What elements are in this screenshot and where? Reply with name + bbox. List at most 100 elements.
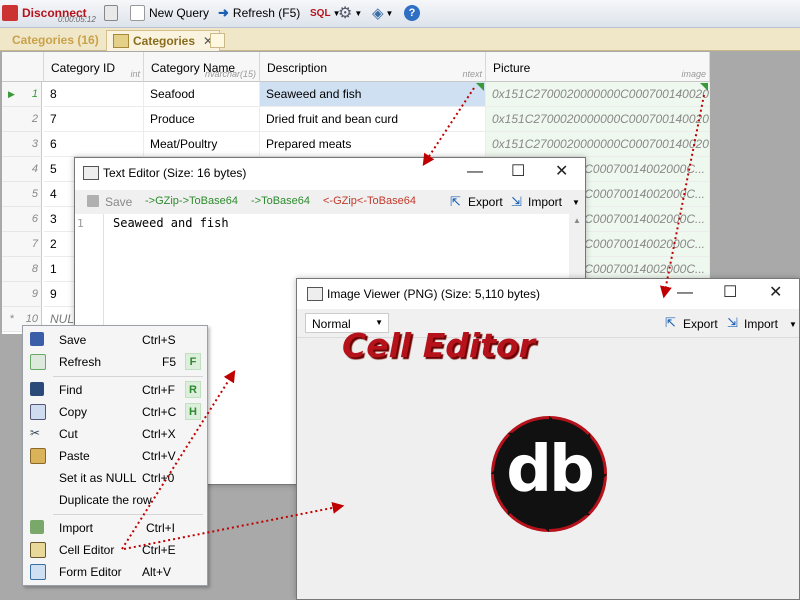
- cell-description-selected[interactable]: Seaweed and fish: [260, 82, 486, 107]
- connection-menu-button[interactable]: ◈ ▼: [372, 2, 393, 24]
- table-icon: [113, 34, 129, 48]
- table-row[interactable]: 2 7 Produce Dried fruit and bean curd 0x…: [2, 107, 710, 132]
- close-button[interactable]: ✕: [769, 285, 782, 301]
- minimize-button[interactable]: —: [467, 164, 483, 180]
- menu-separator: [53, 376, 203, 377]
- tab-label: Categories: [133, 34, 196, 48]
- column-header-category-name[interactable]: Category Name nvarchar(15): [144, 52, 260, 82]
- db-logo-image: db: [487, 412, 611, 536]
- scroll-up-arrow-icon[interactable]: ▲: [573, 216, 581, 225]
- main-toolbar: Disconnect 0:00:05:12 New Query ➜ Refres…: [0, 0, 800, 28]
- table-row[interactable]: ▶ 1 8 Seafood Seaweed and fish 0x151C2700…: [2, 82, 710, 107]
- menu-item-import[interactable]: Import Ctrl+I: [23, 517, 207, 539]
- row-number: 3: [2, 132, 42, 157]
- import-icon: ⇲: [727, 315, 738, 330]
- column-header-description[interactable]: Description ntext: [260, 52, 486, 82]
- image-viewer-titlebar[interactable]: Image Viewer (PNG) (Size: 5,110 bytes) —…: [297, 279, 799, 309]
- tab-categories[interactable]: Categories ✕: [106, 30, 221, 51]
- settings-menu-button[interactable]: ⚙ ▼: [338, 2, 362, 24]
- menu-item-save[interactable]: Save Ctrl+S: [23, 329, 207, 351]
- overflow-chevron-icon[interactable]: ▼: [572, 198, 580, 207]
- cell-picture[interactable]: 0x151C2700020000000C00070014002000C...: [486, 132, 710, 157]
- table-row[interactable]: 3 6 Meat/Poultry Prepared meats 0x151C27…: [2, 132, 710, 157]
- cell-description[interactable]: Prepared meats: [260, 132, 486, 157]
- menu-item-find[interactable]: Find Ctrl+F R: [23, 379, 207, 401]
- cell-description[interactable]: Dried fruit and bean curd: [260, 107, 486, 132]
- gzip-tobase64-button[interactable]: ->GZip->ToBase64: [145, 195, 238, 207]
- menu-item-paste[interactable]: Paste Ctrl+V: [23, 445, 207, 467]
- row-number: 5: [2, 182, 42, 207]
- text-editor-content[interactable]: Seaweed and fish: [113, 216, 229, 230]
- close-button[interactable]: ✕: [555, 164, 568, 180]
- disconnect-icon: [2, 5, 18, 21]
- form-editor-icon: [30, 564, 46, 580]
- cell-name[interactable]: Seafood: [144, 82, 260, 107]
- paste-icon: [30, 448, 46, 464]
- maximize-button[interactable]: ☐: [723, 285, 737, 301]
- logo-text: db: [506, 433, 595, 507]
- export-script-button[interactable]: [104, 2, 118, 24]
- menu-item-duplicate-row[interactable]: Duplicate the row: [23, 489, 207, 511]
- image-viewer-title: Image Viewer (PNG) (Size: 5,110 bytes): [327, 287, 540, 301]
- document-tabs: Categories (16) Categories ✕: [0, 28, 800, 51]
- overflow-chevron-icon[interactable]: ▼: [789, 320, 797, 329]
- copy-icon: [30, 404, 46, 420]
- column-header-picture[interactable]: Picture image: [486, 52, 710, 82]
- row-number: 8: [2, 257, 42, 282]
- cell-id[interactable]: 8: [44, 82, 144, 107]
- editor-export-button[interactable]: Export: [468, 195, 503, 209]
- save-icon: [30, 332, 44, 346]
- tab-categories-count[interactable]: Categories (16): [6, 30, 105, 50]
- row-number: 9: [2, 282, 42, 307]
- hotkey-badge: R: [185, 381, 201, 398]
- cell-picture[interactable]: 0x151C2700020000000C00070014002000C...: [486, 107, 710, 132]
- text-editor-titlebar[interactable]: Text Editor (Size: 16 bytes) — ☐ ✕: [75, 158, 585, 188]
- scissors-icon: ✂: [30, 426, 41, 440]
- export-icon: ⇱: [665, 315, 676, 330]
- maximize-button[interactable]: ☐: [511, 164, 525, 180]
- text-editor-toolbar: Save ->GZip->ToBase64 ->ToBase64 <-GZip<…: [75, 190, 585, 215]
- cell-id[interactable]: 6: [44, 132, 144, 157]
- editor-save-button[interactable]: Save: [105, 195, 132, 209]
- menu-item-form-editor[interactable]: Form Editor Alt+V: [23, 561, 207, 583]
- minimize-button[interactable]: —: [677, 285, 693, 301]
- menu-separator: [53, 514, 203, 515]
- refresh-label: Refresh (F5): [232, 6, 301, 20]
- sql-menu-button[interactable]: SQL ▼: [310, 2, 340, 24]
- tab-label: Categories (16): [12, 33, 99, 47]
- cell-picture[interactable]: 0x151C2700020000000C00070014002000C...: [486, 82, 710, 107]
- row-number: 4: [2, 157, 42, 182]
- refresh-arrow-icon: ➜: [218, 5, 229, 20]
- cell-name[interactable]: Produce: [144, 107, 260, 132]
- refresh-button[interactable]: ➜ Refresh (F5): [218, 2, 300, 24]
- menu-item-refresh[interactable]: Refresh F5 F: [23, 351, 207, 373]
- binoculars-icon: [30, 382, 44, 396]
- import-icon: [30, 520, 44, 534]
- menu-item-cut[interactable]: ✂ Cut Ctrl+X: [23, 423, 207, 445]
- new-row-icon: *: [10, 313, 15, 325]
- chevron-down-icon: ▼: [385, 8, 394, 18]
- column-label: Picture: [493, 61, 531, 75]
- export-icon: ⇱: [450, 194, 461, 209]
- menu-item-set-null[interactable]: Set it as NULL Ctrl+0: [23, 467, 207, 489]
- cell-editor-annotation: Cell Editor: [342, 326, 535, 365]
- cell-name[interactable]: Meat/Poultry: [144, 132, 260, 157]
- viewer-export-button[interactable]: Export: [683, 317, 718, 331]
- session-timer: 0:00:05:12: [58, 15, 96, 24]
- row-header-corner: [2, 52, 44, 82]
- new-tab-button[interactable]: [210, 33, 225, 48]
- cell-id[interactable]: 7: [44, 107, 144, 132]
- hotkey-badge: F: [185, 353, 201, 370]
- viewer-import-button[interactable]: Import: [744, 317, 778, 331]
- tobase64-button[interactable]: ->ToBase64: [251, 195, 310, 207]
- from-gzip-base64-button[interactable]: <-GZip<-ToBase64: [323, 195, 416, 207]
- editor-import-button[interactable]: Import: [528, 195, 562, 209]
- line-number: 1: [77, 217, 84, 230]
- new-query-button[interactable]: New Query: [130, 2, 209, 24]
- chevron-down-icon: ▼: [354, 8, 363, 18]
- column-header-category-id[interactable]: Category ID int: [44, 52, 144, 82]
- menu-item-cell-editor[interactable]: Cell Editor Ctrl+E: [23, 539, 207, 561]
- help-button[interactable]: ?: [404, 2, 420, 24]
- menu-item-copy[interactable]: Copy Ctrl+C H: [23, 401, 207, 423]
- help-icon: ?: [404, 5, 420, 21]
